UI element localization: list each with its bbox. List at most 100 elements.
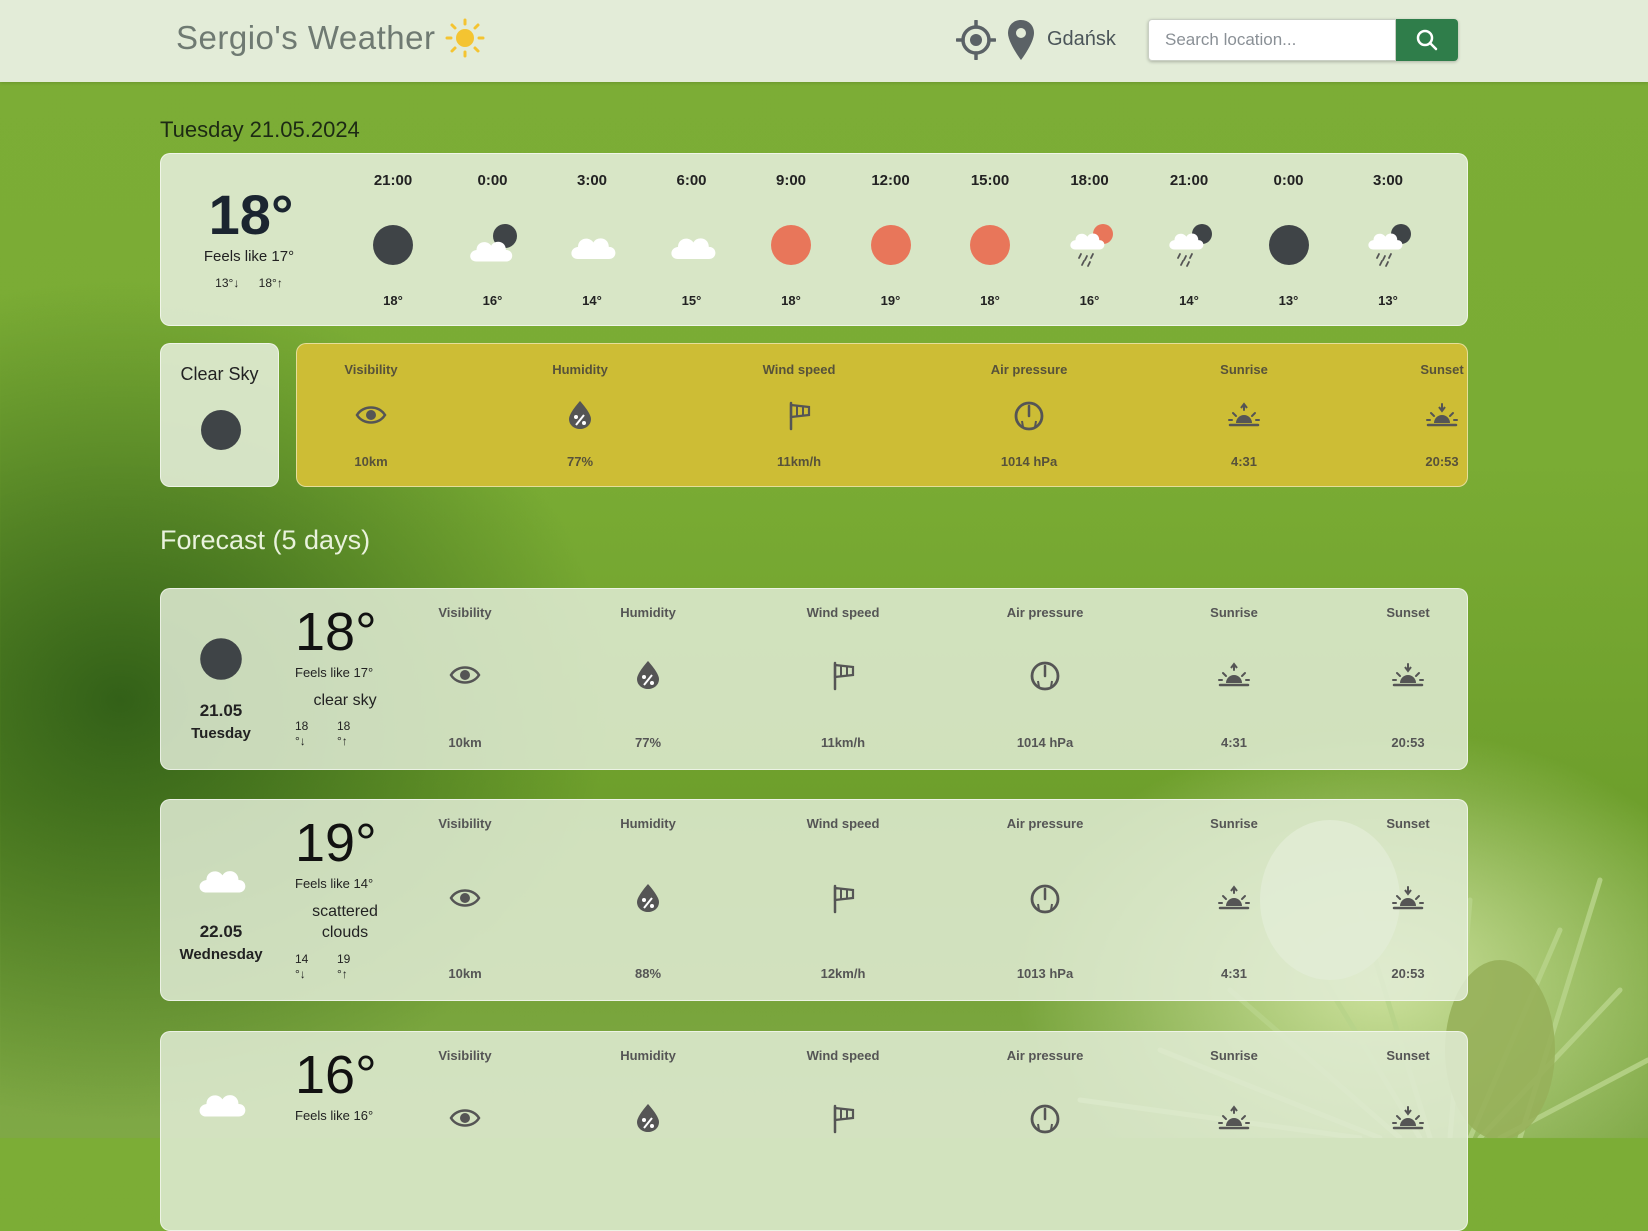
sun-icon — [771, 225, 811, 265]
hour-temp: 18° — [980, 293, 1000, 308]
hour-temp: 15° — [681, 293, 702, 308]
sunset-icon — [1392, 886, 1424, 910]
sun-icon — [970, 225, 1010, 265]
hourly-item: 9:00 18° — [741, 154, 841, 327]
brand[interactable]: Sergio's Weather — [176, 18, 485, 58]
detail-label: Humidity — [552, 362, 608, 377]
day-rain-icon — [1069, 224, 1113, 267]
sun-logo-icon — [445, 18, 485, 58]
app-header: Sergio's Weather Gdańsk — [0, 0, 1648, 82]
humidity-drop-icon — [569, 401, 591, 429]
forecast-heading: Forecast (5 days) — [160, 525, 371, 555]
current-condition-label: Clear Sky — [180, 364, 259, 384]
night-rain-icon — [1169, 224, 1212, 267]
forecast-detail-value: 1014 hPa — [1016, 735, 1074, 750]
detail-wind-speed: Wind speed 11km/h — [739, 344, 859, 488]
cloud-icon — [199, 1095, 246, 1117]
forecast-detail-label: Air pressure — [1006, 1048, 1084, 1063]
forecast-max-temp: 18 °↑ — [337, 719, 350, 749]
forecast-day-card[interactable]: 21.05 Tuesday 18° Feels like 17° clear sky 18… — [160, 588, 1468, 770]
forecast-min-temp: 18 °↓ — [295, 719, 308, 749]
detail-sunrise: Sunrise 4:31 — [1184, 344, 1304, 488]
search-form — [1148, 19, 1458, 61]
search-button[interactable] — [1396, 19, 1458, 61]
hour-time: 9:00 — [775, 172, 807, 189]
forecast-detail-label: Sunrise — [1210, 816, 1258, 831]
hourly-item: 0:00 13° — [1239, 154, 1339, 327]
hourly-item: 3:00 13° — [1338, 154, 1438, 327]
forecast-date: 22.05 — [199, 922, 243, 941]
sunset-icon — [1392, 1106, 1424, 1130]
hour-temp: 16° — [1079, 293, 1100, 308]
forecast-min-unit: °↓ — [295, 734, 306, 748]
forecast-date: 21.05 — [199, 701, 243, 720]
hour-time: 21:00 — [1169, 172, 1209, 189]
app-title: Sergio's Weather — [176, 19, 436, 56]
sun-icon — [870, 225, 911, 265]
forecast-description: clear sky — [313, 692, 377, 709]
hourly-forecast: 21:00 18° 0:00 16° 3:00 14° 6:00 15° 9:00 18° 12:0… — [343, 154, 1443, 327]
humidity-drop-icon — [637, 884, 659, 912]
forecast-detail-value: 88% — [634, 966, 662, 981]
forecast-detail-value: 10km — [448, 966, 482, 981]
hourly-item: 18:00 16° — [1040, 154, 1140, 327]
eye-icon — [449, 889, 481, 907]
hour-time: 3:00 — [1372, 172, 1404, 189]
detail-value: 11km/h — [776, 454, 822, 469]
forecast-min-unit: °↓ — [295, 967, 306, 981]
cloud-icon — [571, 238, 616, 259]
forecast-min-value: 14 — [295, 952, 309, 966]
forecast-detail-label: Wind speed — [806, 605, 880, 620]
forecast-detail-label: Humidity — [620, 816, 676, 831]
forecast-temperature: 18° — [295, 602, 377, 662]
forecast-detail-label: Wind speed — [806, 1048, 880, 1063]
forecast-description: scattered clouds — [312, 903, 378, 941]
wind-flag-icon — [833, 1104, 855, 1134]
hourly-item: 3:00 14° — [542, 154, 642, 327]
forecast-detail-value: 12km/h — [820, 966, 866, 981]
forecast-detail-value: 11km/h — [820, 735, 866, 750]
forecast-detail-label: Humidity — [620, 1048, 676, 1063]
forecast-detail-label: Sunset — [1386, 1048, 1430, 1063]
forecast-detail-value: 1013 hPa — [1016, 966, 1074, 981]
forecast-detail-value: 20:53 — [1391, 735, 1425, 750]
gauge-icon — [1030, 1104, 1060, 1134]
forecast-min-value: 18 — [295, 719, 309, 733]
forecast-detail-value: 4:31 — [1220, 966, 1248, 981]
hourly-item: 21:00 14° — [1139, 154, 1239, 327]
forecast-min-temp: 14 °↓ — [295, 952, 308, 982]
night-clear-icon — [200, 638, 242, 680]
hour-time: 0:00 — [1273, 172, 1304, 189]
eye-icon — [449, 1109, 481, 1127]
current-location-icon[interactable] — [956, 20, 996, 60]
hour-time: 6:00 — [676, 172, 707, 189]
location-name: Gdańsk — [1047, 28, 1116, 50]
hour-temp: 18° — [781, 293, 801, 308]
forecast-day-card[interactable]: 16° Feels like 16° Visibility Humidity Wind … — [160, 1031, 1468, 1231]
current-date-heading: Tuesday 21.05.2024 — [160, 117, 360, 142]
forecast-detail-label: Sunset — [1386, 605, 1430, 620]
hourly-item: 0:00 16° — [443, 154, 543, 327]
detail-value: 1014 hPa — [1000, 454, 1058, 469]
current-min-temp: 13°↓ — [215, 276, 240, 290]
hour-time: 18:00 — [1070, 172, 1109, 189]
eye-icon — [449, 666, 481, 684]
hour-time: 12:00 — [871, 172, 910, 189]
forecast-detail-label: Air pressure — [1006, 605, 1084, 620]
wind-flag-icon — [833, 661, 855, 691]
forecast-feels-like: Feels like 17° — [295, 665, 374, 680]
forecast-detail-label: Air pressure — [1006, 816, 1084, 831]
hourly-item: 12:00 19° — [841, 154, 941, 327]
forecast-max-unit: °↑ — [337, 734, 348, 748]
forecast-detail-value: 20:53 — [1391, 966, 1425, 981]
forecast-weekday: Wednesday — [179, 946, 263, 963]
forecast-max-temp: 19 °↑ — [337, 952, 350, 982]
current-temperature: 18° — [208, 183, 294, 246]
forecast-detail-value: 4:31 — [1220, 735, 1248, 750]
forecast-detail-value: 10km — [448, 735, 482, 750]
night-rain-icon — [1368, 224, 1411, 267]
sunrise-icon — [1228, 402, 1260, 427]
current-condition-card: Clear Sky — [160, 343, 279, 487]
forecast-day-card[interactable]: 22.05 Wednesday 19° Feels like 14° scattered… — [160, 799, 1468, 1001]
search-input[interactable] — [1148, 19, 1396, 61]
